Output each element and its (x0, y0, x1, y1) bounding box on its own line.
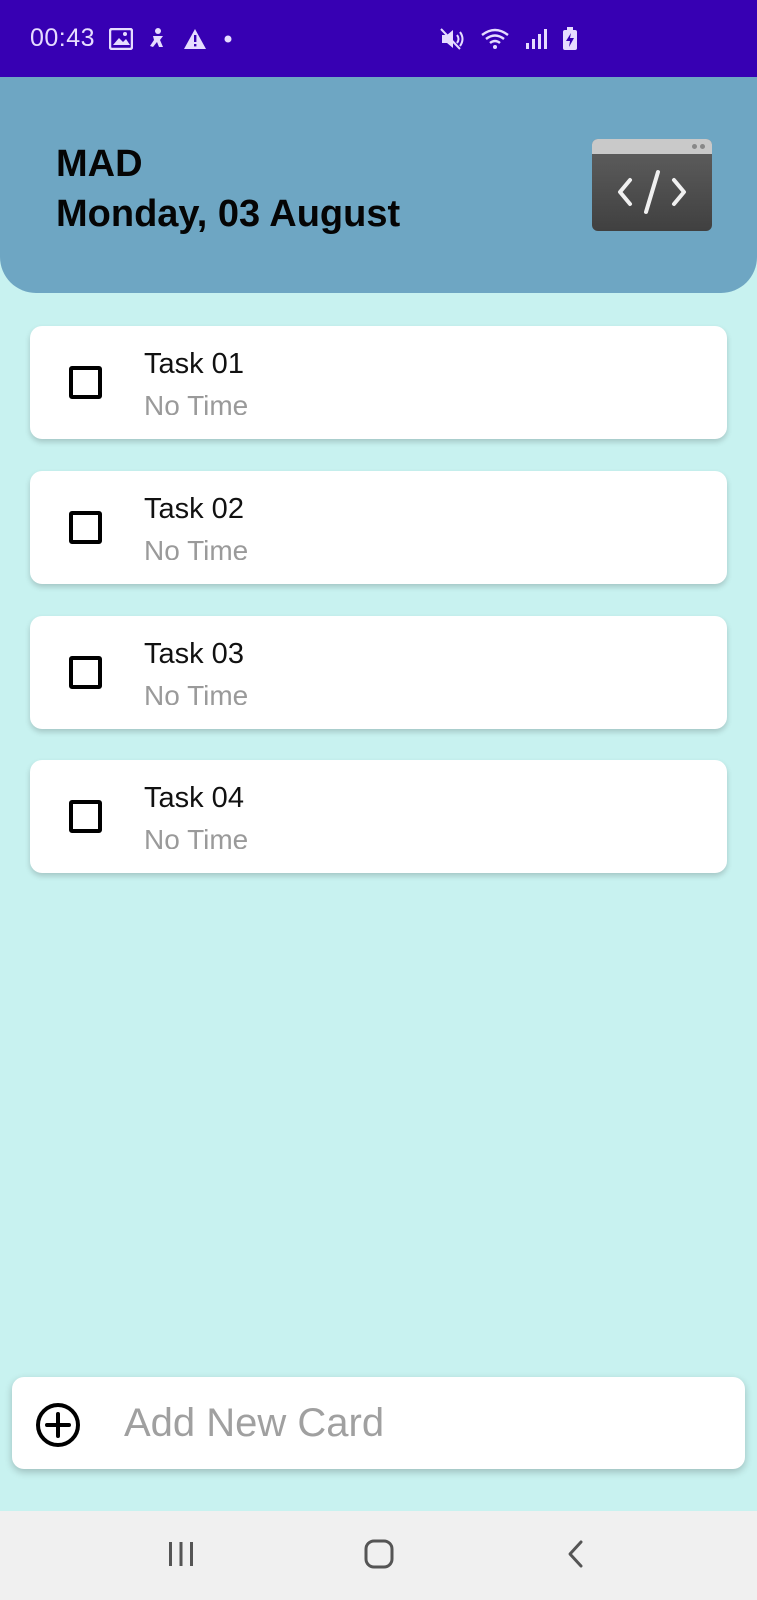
task-title: Task 04 (144, 782, 244, 814)
status-bar: 00:43 (0, 0, 757, 77)
task-title: Task 03 (144, 638, 244, 670)
task-checkbox[interactable] (69, 656, 102, 689)
navigation-bar (0, 1511, 757, 1600)
code-window-icon (592, 139, 712, 231)
dot-icon (221, 32, 235, 46)
task-card[interactable]: Task 02 No Time (30, 471, 727, 584)
task-time: No Time (144, 390, 249, 415)
task-card[interactable]: Task 01 No Time (30, 326, 727, 439)
signal-icon (524, 28, 548, 50)
accessibility-icon (147, 27, 169, 51)
battery-charging-icon (562, 26, 578, 51)
status-left-icons (109, 27, 235, 51)
app-header: MAD Monday, 03 August (0, 77, 757, 293)
back-button[interactable] (548, 1529, 604, 1583)
recents-icon (166, 1540, 196, 1573)
task-time: No Time (144, 535, 249, 560)
task-card[interactable]: Task 03 No Time (30, 616, 727, 729)
mute-icon (440, 27, 466, 51)
add-circle-icon[interactable] (34, 1401, 82, 1449)
task-title: Task 02 (144, 493, 244, 525)
home-button[interactable] (351, 1529, 407, 1583)
gallery-icon (109, 27, 134, 50)
task-time: No Time (144, 680, 249, 705)
task-checkbox[interactable] (69, 511, 102, 544)
header-date: Monday, 03 August (56, 193, 401, 235)
task-checkbox[interactable] (69, 800, 102, 833)
wifi-icon (480, 27, 510, 51)
task-checkbox[interactable] (69, 366, 102, 399)
status-right-icons (440, 0, 578, 77)
back-icon (565, 1539, 587, 1574)
recents-button[interactable] (153, 1529, 209, 1583)
add-new-card-input[interactable] (124, 1395, 714, 1451)
app-screen: 00:43 MAD Monday, 03 August Task 01 No T… (0, 0, 757, 1600)
task-title: Task 01 (144, 348, 244, 380)
task-card[interactable]: Task 04 No Time (30, 760, 727, 873)
warning-icon (183, 28, 207, 50)
task-time: No Time (144, 824, 249, 849)
app-title: MAD (56, 143, 143, 185)
status-time: 00:43 (30, 24, 96, 52)
add-new-card-bar (12, 1377, 745, 1469)
home-icon (363, 1538, 395, 1575)
